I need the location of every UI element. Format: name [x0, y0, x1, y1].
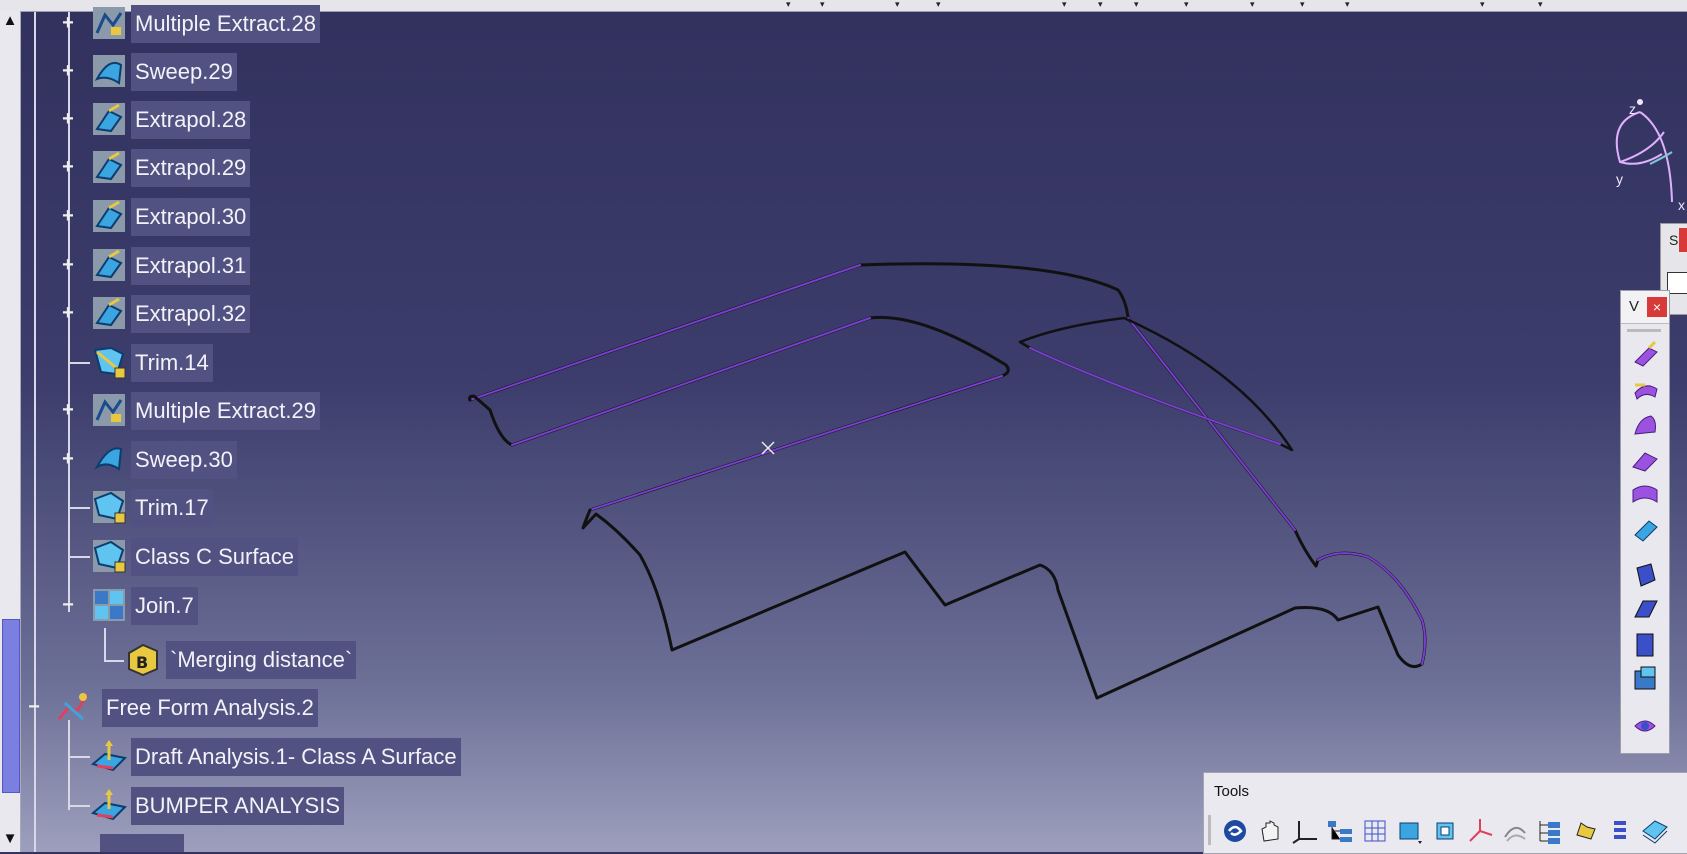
join-tool-icon[interactable] [1630, 664, 1660, 694]
extrude-icon[interactable] [1630, 339, 1660, 369]
edit-icon[interactable] [1667, 272, 1687, 294]
edge-curve [469, 264, 861, 401]
vertical-toolbar-title: V [1629, 298, 1640, 315]
tools-toolbar: Tools [1203, 772, 1687, 854]
3d-viewport-geometry[interactable] [0, 0, 1687, 852]
edge-curve [468, 262, 1130, 402]
work-on-support-icon[interactable] [1395, 816, 1425, 846]
cylinder-surface-icon[interactable] [1630, 444, 1660, 474]
sphere-surface-icon[interactable] [1630, 409, 1660, 439]
sweep-tool-icon[interactable] [1630, 514, 1660, 544]
layer-icon[interactable] [1640, 816, 1670, 846]
side-panel-close-icon[interactable] [1679, 228, 1687, 252]
edge-curve [1127, 317, 1296, 531]
revolve-icon[interactable] [1630, 374, 1660, 404]
tools-toolbar-title: Tools [1214, 783, 1250, 800]
edge-curve [468, 394, 562, 447]
toolbar-grip[interactable] [1627, 329, 1661, 332]
grid-icon[interactable] [1360, 816, 1390, 846]
compass-y-label: y [1616, 171, 1623, 187]
vertical-toolbar: V × [1620, 290, 1670, 754]
edge-curve [1029, 347, 1281, 445]
blend-icon[interactable] [1630, 629, 1660, 659]
hierarchy-icon[interactable] [1535, 816, 1565, 846]
edge-curve [510, 315, 1010, 512]
snap-icon[interactable] [1430, 816, 1460, 846]
scan-icon[interactable] [1500, 816, 1530, 846]
healing-icon[interactable] [1630, 711, 1660, 741]
multi-section-surface-icon[interactable] [1630, 594, 1660, 624]
compass-x-label: x [1678, 197, 1685, 212]
hand-pointer-icon[interactable] [1570, 816, 1600, 846]
edge-curve [511, 317, 871, 446]
list-icon[interactable] [1605, 816, 1635, 846]
update-icon[interactable] [1220, 816, 1250, 846]
compass-widget[interactable]: z y x [1600, 92, 1687, 213]
grab-hand-icon[interactable] [1255, 816, 1285, 846]
toolbar-grip[interactable] [1208, 815, 1211, 845]
side-panel-label: S [1669, 232, 1679, 248]
offset-icon[interactable] [1630, 479, 1660, 509]
vertical-toolbar-header[interactable]: V × [1621, 291, 1669, 324]
edge-curve [1018, 316, 1294, 452]
compass-z-label: z [1629, 101, 1636, 117]
axis-system-icon[interactable] [1290, 816, 1320, 846]
3d-axis-icon[interactable] [1465, 816, 1495, 846]
tree-structure-icon[interactable] [1325, 816, 1355, 846]
fill-icon[interactable] [1630, 559, 1660, 589]
close-icon[interactable]: × [1647, 297, 1667, 317]
